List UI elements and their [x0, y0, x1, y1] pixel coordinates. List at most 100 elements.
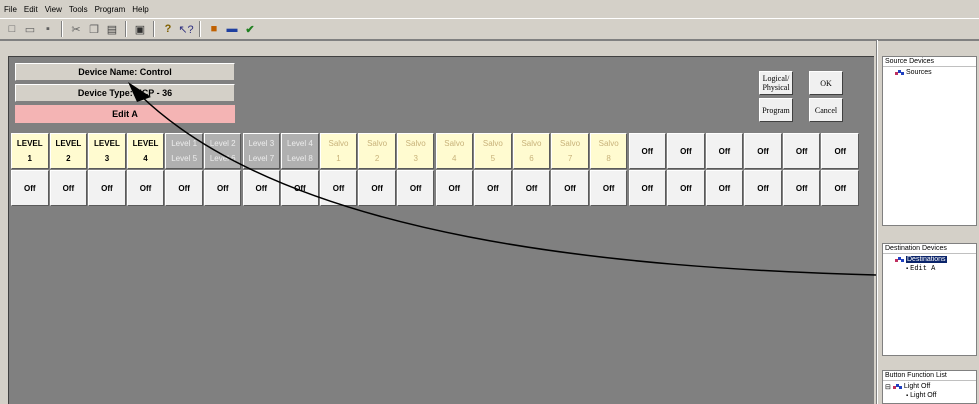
button-label-top: LEVEL — [94, 139, 120, 148]
panel-button[interactable]: Salvo 6 — [512, 133, 551, 169]
panel-button[interactable]: Off — [705, 133, 744, 169]
panel-button[interactable]: Off — [165, 170, 203, 207]
panel-button[interactable]: Level 4 Level 8 — [281, 133, 319, 169]
menu-edit[interactable]: Edit — [24, 5, 38, 14]
button-label: Off — [448, 183, 461, 193]
panel-button[interactable]: Off — [782, 170, 821, 207]
panel-button[interactable]: Off — [242, 170, 281, 207]
program-button[interactable]: Program — [759, 98, 793, 122]
panel-button[interactable]: Salvo 3 — [396, 133, 435, 169]
panel-button[interactable]: Off — [744, 170, 782, 207]
panel-button[interactable]: Off — [667, 133, 705, 169]
panel-button[interactable]: Off — [11, 170, 49, 207]
button-label-top: Off — [757, 146, 769, 156]
button-label-bottom: Level 5 — [171, 154, 198, 163]
button-label: Off — [216, 183, 229, 193]
panel-button[interactable]: Salvo 7 — [551, 133, 589, 169]
toolbar-separator — [199, 21, 201, 37]
panel-button[interactable]: Off — [821, 133, 859, 169]
panel-button[interactable]: Off — [744, 133, 782, 169]
button-label-bottom: 1 — [336, 154, 341, 163]
panel-button[interactable]: Off — [435, 170, 474, 207]
panel-button[interactable]: Off — [49, 170, 88, 207]
panel-button[interactable]: Level 1 Level 5 — [165, 133, 203, 169]
button-label-bottom: 2 — [66, 154, 71, 163]
panel-button[interactable]: Salvo 4 — [435, 133, 474, 169]
menu-file[interactable]: File — [4, 5, 17, 14]
panel-button[interactable]: Off — [782, 133, 821, 169]
copy-icon[interactable]: ❐ — [86, 21, 102, 37]
panel-button[interactable]: Off — [512, 170, 551, 207]
panel-button[interactable]: Off — [396, 170, 435, 207]
toolbar-separator — [61, 21, 63, 37]
panel-button[interactable]: Level 2 Level 6 — [203, 133, 242, 169]
device-group-icon — [895, 69, 904, 76]
menu-view[interactable]: View — [45, 5, 62, 14]
button-label-bottom: 4 — [452, 154, 457, 163]
tree-node-edit-a[interactable]: ▪ Edit A — [885, 264, 976, 273]
context-help-icon[interactable]: ↖? — [178, 21, 194, 37]
tree-expand-icon[interactable]: ⊟ — [885, 383, 891, 391]
print-icon[interactable]: ▣ — [132, 21, 148, 37]
panel-button[interactable]: Off — [628, 170, 666, 207]
panel-button[interactable]: LEVEL 3 — [88, 133, 126, 169]
button-label-top: Salvo — [367, 139, 388, 148]
button-label: Off — [602, 183, 615, 193]
menu-program[interactable]: Program — [95, 5, 126, 14]
ok-button[interactable]: OK — [809, 71, 843, 95]
destination-icon[interactable]: ▬ — [224, 21, 240, 37]
button-label-bottom: 1 — [27, 154, 32, 163]
tree-node-sources[interactable]: Sources — [885, 68, 976, 77]
panel-button[interactable]: Off — [203, 170, 242, 207]
panel-button[interactable]: Salvo 5 — [474, 133, 512, 169]
button-label: Off — [101, 183, 113, 193]
check-icon[interactable]: ✔ — [242, 21, 258, 37]
panel-button[interactable]: Off — [319, 170, 358, 207]
panel-button[interactable]: Off — [551, 170, 589, 207]
save-icon[interactable]: ▪ — [40, 21, 56, 37]
toolbar-separator — [153, 21, 155, 37]
panel-button[interactable]: LEVEL 1 — [11, 133, 49, 169]
panel-button[interactable]: Salvo 1 — [319, 133, 358, 169]
tree-node-destinations[interactable]: Destinations — [885, 255, 976, 264]
panel-button[interactable]: Off — [474, 170, 512, 207]
button-label-top: Salvo — [521, 139, 542, 148]
button-label-bottom: 5 — [490, 154, 496, 163]
cut-icon[interactable]: ✂ — [68, 21, 84, 37]
menu-tools[interactable]: Tools — [69, 5, 88, 14]
cancel-button[interactable]: Cancel — [809, 98, 843, 122]
logical-physical-button[interactable]: Logical/ Physical — [759, 71, 793, 95]
panel-button[interactable]: Off — [821, 170, 859, 207]
panel-button[interactable]: Off — [358, 170, 396, 207]
button-label: Off — [487, 183, 499, 193]
panel-button[interactable]: LEVEL 4 — [126, 133, 165, 169]
panel-button[interactable]: Level 3 Level 7 — [242, 133, 281, 169]
panel-button[interactable]: Off — [589, 170, 628, 207]
button-label: Off — [255, 183, 268, 193]
panel-button[interactable]: Off — [126, 170, 165, 207]
button-label-top: Level 3 — [248, 139, 275, 148]
button-function-list-panel: Button Function List ⊟ Light Off ▪ Light… — [882, 370, 977, 404]
button-label-top: Level 2 — [209, 139, 236, 148]
button-label-top: LEVEL — [132, 139, 159, 148]
help-icon[interactable]: ? — [160, 21, 176, 37]
panel-button[interactable]: Off — [628, 133, 666, 169]
panel-button[interactable]: Salvo 2 — [358, 133, 396, 169]
edit-destination-label: Edit A — [15, 105, 235, 123]
panel-button[interactable]: Off — [667, 170, 705, 207]
menu-help[interactable]: Help — [132, 5, 148, 14]
panel-button[interactable]: Off — [281, 170, 319, 207]
panel-splitter[interactable] — [876, 40, 878, 404]
panel-button[interactable]: LEVEL 2 — [49, 133, 88, 169]
new-icon[interactable]: □ — [4, 21, 20, 37]
paste-icon[interactable]: ▤ — [104, 21, 120, 37]
source-icon[interactable]: ■ — [206, 21, 222, 37]
tree-node-light-off-child[interactable]: ▪ Light Off — [885, 391, 976, 400]
device-group-icon — [892, 383, 902, 390]
panel-button[interactable]: Off — [705, 170, 744, 207]
open-icon[interactable]: ▭ — [22, 21, 38, 37]
button-label: Off — [718, 183, 731, 193]
tree-node-light-off[interactable]: ⊟ Light Off — [885, 382, 976, 391]
panel-button[interactable]: Off — [88, 170, 126, 207]
panel-button[interactable]: Salvo 8 — [589, 133, 628, 169]
